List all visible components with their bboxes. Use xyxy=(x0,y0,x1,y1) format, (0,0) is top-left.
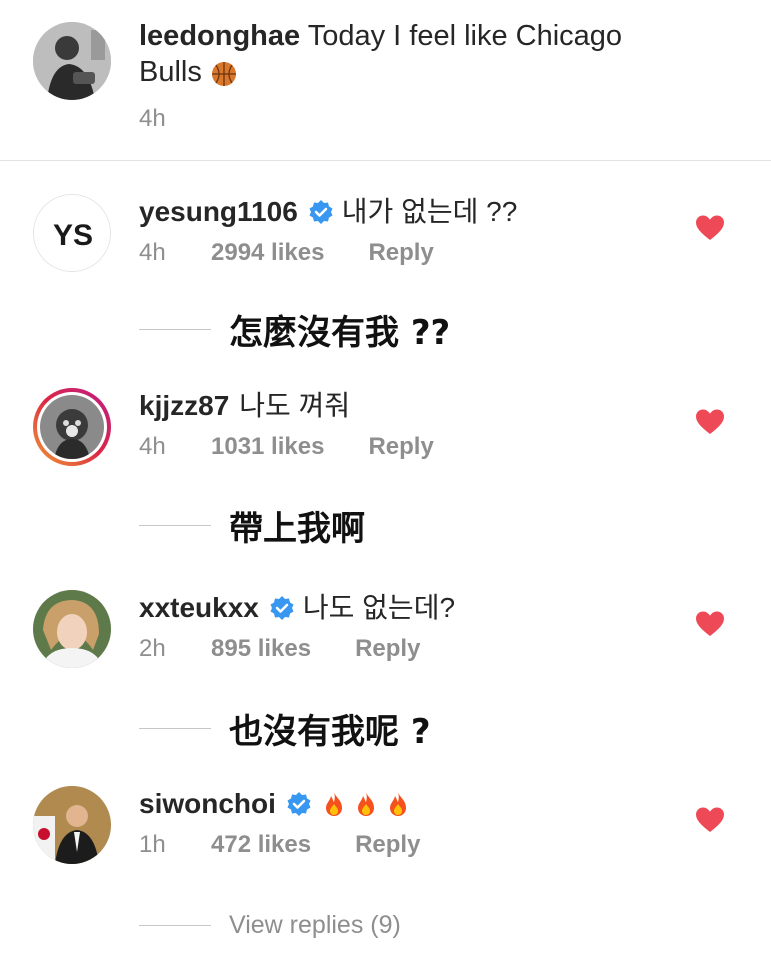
comment-meta: 4h 2994 likes Reply xyxy=(139,238,434,268)
comment-meta: 1h 472 likes Reply xyxy=(139,830,420,860)
comment-username[interactable]: siwonchoi xyxy=(139,786,276,822)
comment-line: yesung1106 내가 없는데 ?? xyxy=(139,194,517,230)
comment-line: kjjzz87 나도 껴줘 xyxy=(139,388,350,424)
comment-username[interactable]: yesung1106 xyxy=(139,194,298,230)
avatar-initials: YS xyxy=(53,219,93,252)
avatar[interactable]: YS xyxy=(33,194,111,272)
heart-icon[interactable] xyxy=(695,214,725,242)
avatar[interactable] xyxy=(33,786,111,864)
comment-text: 나도 없는데? xyxy=(302,592,456,623)
comment-likes[interactable]: 2994 likes xyxy=(211,239,324,267)
divider xyxy=(0,160,771,161)
reply-button[interactable]: Reply xyxy=(355,831,420,859)
post-caption: leedonghae Today I feel like Chicago Bul… xyxy=(0,0,771,160)
comment-item: xxteukxx 나도 없는데? 2h 895 likes Reply xyxy=(0,590,771,720)
avatar[interactable] xyxy=(33,590,111,668)
comment-time: 4h xyxy=(139,239,166,266)
avatar[interactable] xyxy=(33,22,111,100)
translation-line: 也沒有我呢 ? xyxy=(139,706,431,752)
fire-icon xyxy=(384,790,412,818)
translation-text: 帶上我啊 xyxy=(229,508,365,549)
comment-time: 1h xyxy=(139,831,166,858)
comment-meta: 2h 895 likes Reply xyxy=(139,634,420,664)
comment-username[interactable]: kjjzz87 xyxy=(139,388,229,424)
fire-icon xyxy=(320,790,348,818)
divider xyxy=(139,727,211,729)
divider xyxy=(139,924,211,926)
reply-button[interactable]: Reply xyxy=(368,433,433,461)
translation-line: 帶上我啊 xyxy=(139,503,365,549)
comments-screen: leedonghae Today I feel like Chicago Bul… xyxy=(0,0,771,960)
view-replies-button[interactable]: View replies (9) xyxy=(139,907,401,943)
comment-meta: 4h 1031 likes Reply xyxy=(139,432,434,462)
comment-line: xxteukxx 나도 없는데? xyxy=(139,590,455,626)
translation-text: 怎麼沒有我 ?? xyxy=(229,312,451,353)
heart-icon[interactable] xyxy=(695,806,725,834)
verified-badge-icon xyxy=(270,596,294,620)
basketball-icon xyxy=(210,59,238,87)
verified-badge-icon xyxy=(309,200,333,224)
caption-body-line2: Bulls xyxy=(139,56,202,88)
comment-line: siwonchoi xyxy=(139,786,412,822)
heart-icon[interactable] xyxy=(695,610,725,638)
fire-icon xyxy=(352,790,380,818)
comment-time: 4h xyxy=(139,433,166,460)
view-replies-label: View replies (9) xyxy=(229,910,401,939)
caption-username[interactable]: leedonghae xyxy=(139,20,300,52)
reply-button[interactable]: Reply xyxy=(368,239,433,267)
divider xyxy=(139,328,211,330)
comment-text: 나도 껴줘 xyxy=(239,390,351,421)
comment-username[interactable]: xxteukxx xyxy=(139,590,259,626)
verified-badge-icon xyxy=(287,792,311,816)
avatar-story-ring[interactable] xyxy=(33,388,111,466)
comment-likes[interactable]: 472 likes xyxy=(211,831,311,859)
heart-icon[interactable] xyxy=(695,408,725,436)
caption-text: leedonghae Today I feel like Chicago Bul… xyxy=(139,18,699,90)
comment-time: 2h xyxy=(139,635,166,662)
caption-body-line1: Today I feel like Chicago xyxy=(307,20,623,52)
comment-item: siwonchoi 1h 472 likes Reply xyxy=(0,786,771,916)
caption-time: 4h xyxy=(139,105,166,132)
divider xyxy=(139,524,211,526)
comment-likes[interactable]: 1031 likes xyxy=(211,433,324,461)
avatar xyxy=(40,395,104,459)
comment-item: kjjzz87 나도 껴줘 4h 1031 likes Reply xyxy=(0,388,771,518)
comment-text: 내가 없는데 ?? xyxy=(341,196,518,227)
translation-text: 也沒有我呢 ? xyxy=(229,711,431,752)
translation-line: 怎麼沒有我 ?? xyxy=(139,307,451,353)
reply-button[interactable]: Reply xyxy=(355,635,420,663)
comment-likes[interactable]: 895 likes xyxy=(211,635,311,663)
